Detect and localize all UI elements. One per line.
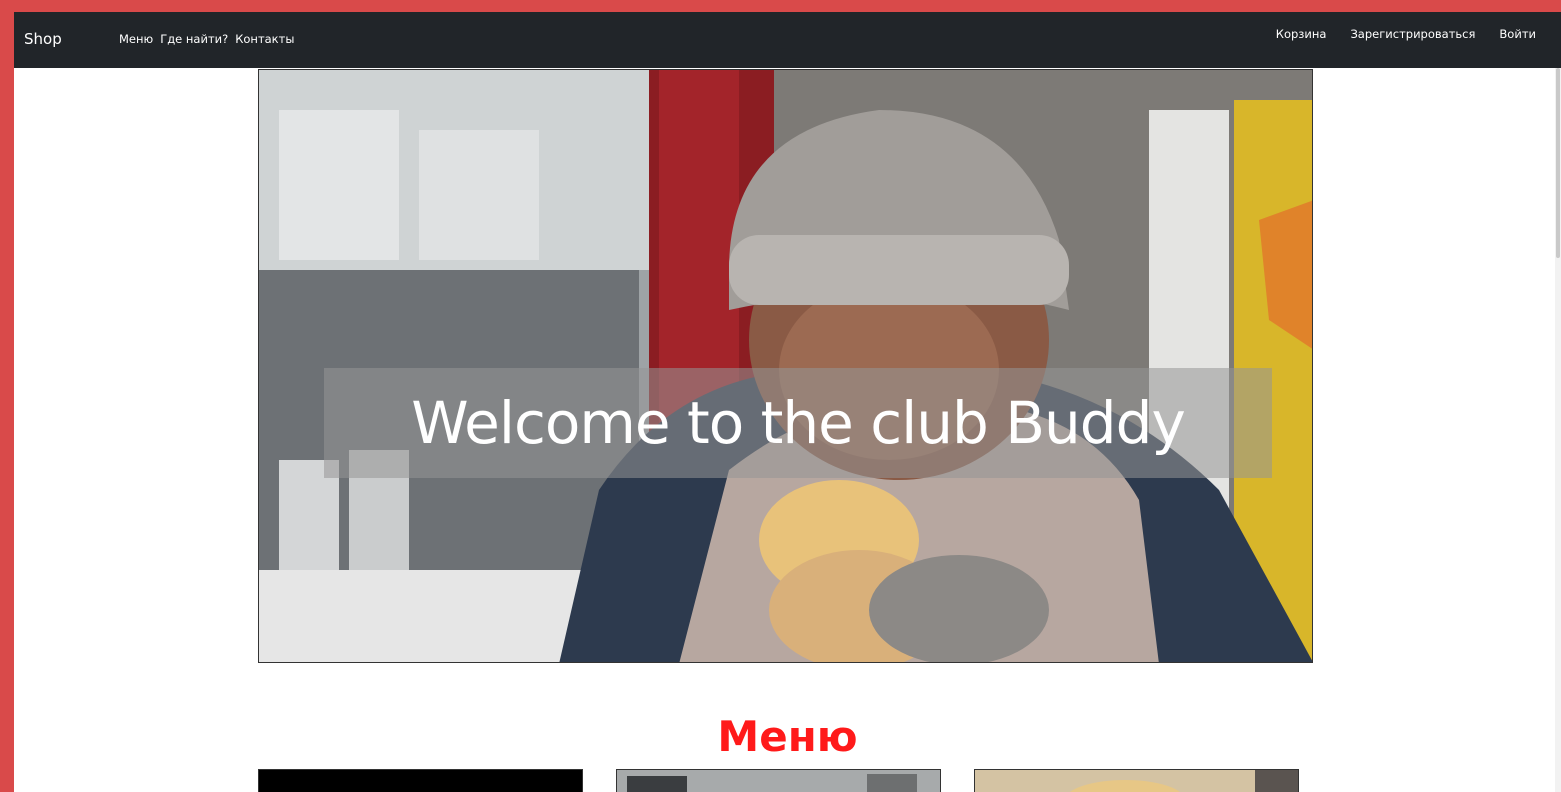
- brand-link[interactable]: Shop: [24, 30, 62, 48]
- menu-section-title: Меню: [717, 712, 858, 761]
- menu-card-3-image: [975, 770, 1298, 792]
- menu-card-2[interactable]: [616, 769, 941, 792]
- menu-card-1[interactable]: [258, 769, 583, 792]
- page-scrollbar[interactable]: [1555, 68, 1561, 792]
- hero-image: [259, 70, 1312, 662]
- nav-left-links: Меню Где найти? Контакты: [119, 32, 294, 46]
- menu-card-3[interactable]: [974, 769, 1299, 792]
- hero-caption: Welcome to the club Buddy: [324, 368, 1272, 478]
- top-navbar: Shop Меню Где найти? Контакты Корзина За…: [14, 12, 1561, 68]
- nav-link-cart[interactable]: Корзина: [1276, 27, 1327, 41]
- nav-link-contacts[interactable]: Контакты: [235, 32, 294, 46]
- menu-card-2-image: [617, 770, 940, 792]
- nav-right-links: Корзина Зарегистрироваться Войти: [1276, 27, 1536, 41]
- page-frame: Shop Меню Где найти? Контакты Корзина За…: [14, 12, 1561, 792]
- hero-banner: Welcome to the club Buddy: [258, 69, 1313, 663]
- nav-link-login[interactable]: Войти: [1499, 27, 1536, 41]
- nav-link-register[interactable]: Зарегистрироваться: [1350, 27, 1475, 41]
- nav-link-where-to-find[interactable]: Где найти?: [160, 32, 228, 46]
- nav-link-menu[interactable]: Меню: [119, 32, 153, 46]
- scrollbar-thumb[interactable]: [1556, 68, 1560, 258]
